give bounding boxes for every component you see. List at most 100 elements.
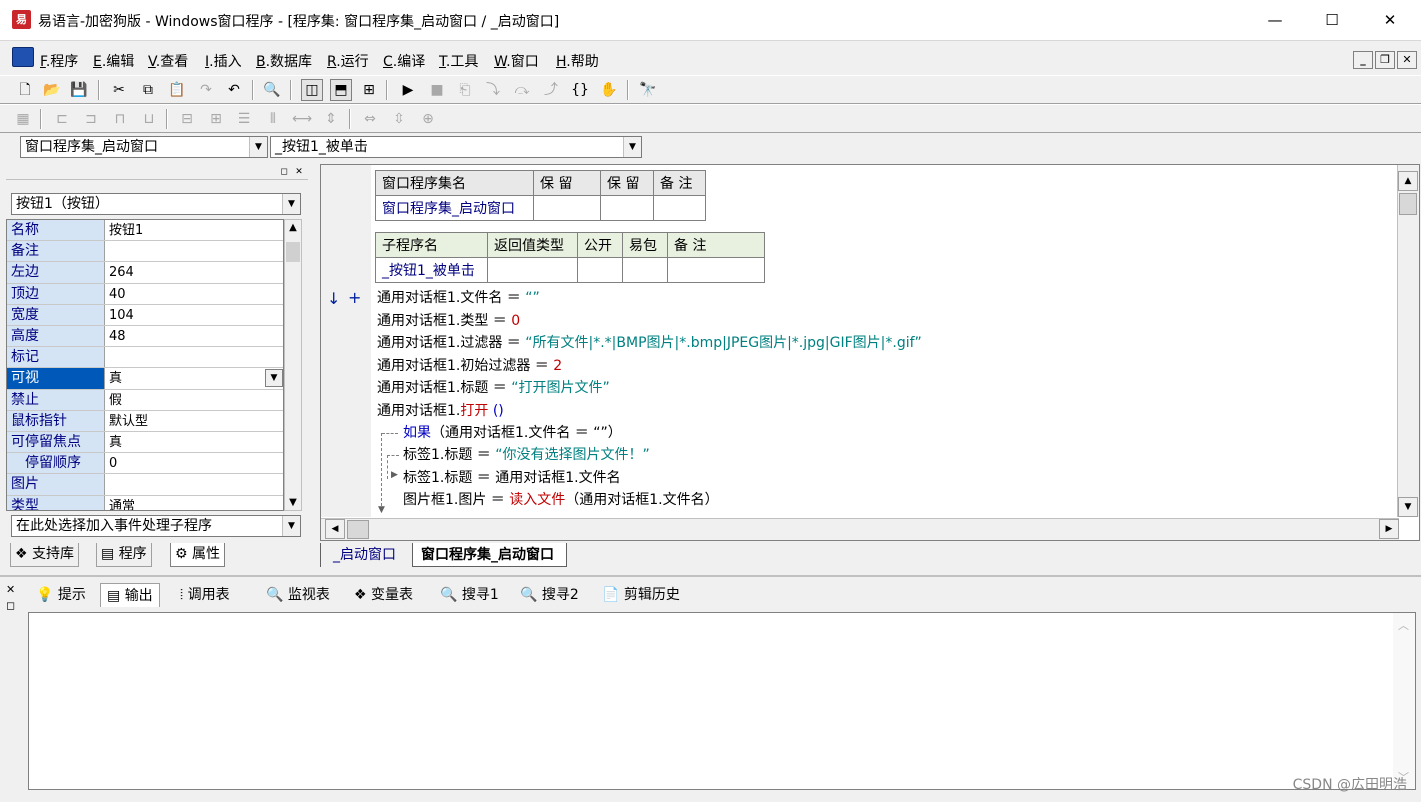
step-over-icon[interactable]: ⤼: [511, 79, 533, 101]
property-row[interactable]: 高度 48: [7, 326, 283, 348]
minimize-button[interactable]: —: [1252, 0, 1298, 40]
tab-output[interactable]: ▤ 输出: [100, 583, 160, 607]
panel-float-button[interactable]: ◻: [278, 166, 290, 178]
step-into-icon[interactable]: ⤵: [482, 79, 504, 101]
tab-search1[interactable]: 🔍 搜寻1: [434, 583, 505, 607]
menu-compile[interactable]: C.编译: [383, 51, 425, 71]
float-icon[interactable]: ◻: [6, 599, 15, 612]
property-row[interactable]: 类型 通常: [7, 495, 283, 510]
chevron-up-icon[interactable]: ▲: [1398, 171, 1418, 191]
mdi-restore-button[interactable]: ❐: [1375, 51, 1395, 69]
code-line[interactable]: 通用对话框1.类型 ＝ 0: [377, 310, 520, 332]
property-row[interactable]: 禁止假: [7, 389, 283, 411]
tab-clip-history[interactable]: 📄 剪辑历史: [596, 583, 686, 607]
center-v-icon[interactable]: ⊞: [205, 108, 227, 130]
menu-edit[interactable]: E.编辑: [93, 51, 134, 71]
code-line[interactable]: 通用对话框1.过滤器 ＝ “所有文件|*.*|BMP图片|*.bmp|JPEG图…: [377, 332, 922, 354]
same-size-icon[interactable]: ⊕: [417, 108, 439, 130]
grid-icon[interactable]: ▦: [12, 108, 34, 130]
property-row[interactable]: 图片: [7, 474, 283, 496]
tab-start-window[interactable]: _启动窗口: [320, 543, 402, 567]
assembly-name-cell[interactable]: 窗口程序集_启动窗口: [375, 195, 534, 221]
distribute-h-icon[interactable]: ⦀: [262, 108, 284, 130]
output-scrollbar[interactable]: ︿ ﹀: [1393, 613, 1415, 789]
find-icon[interactable]: 🔍: [261, 79, 283, 101]
step-out-icon[interactable]: ⤴: [540, 79, 562, 101]
step-icon[interactable]: ⎗: [454, 79, 476, 101]
breakpoint-icon[interactable]: {}: [569, 79, 591, 101]
run-icon[interactable]: ▶: [397, 79, 419, 101]
align-top-icon[interactable]: ⊓: [109, 108, 131, 130]
space-h-icon[interactable]: ⟷: [291, 108, 313, 130]
close-icon[interactable]: ✕: [6, 583, 15, 596]
tab-properties[interactable]: ⚙ 属性: [170, 543, 226, 567]
property-row-selected[interactable]: 可视真 ▼: [7, 368, 283, 390]
save-icon[interactable]: 💾: [68, 79, 90, 101]
property-row[interactable]: 停留顺序 0: [7, 453, 283, 475]
code-line[interactable]: 标签1.标题 ＝ “你没有选择图片文件！”: [403, 444, 650, 466]
scroll-thumb[interactable]: [1399, 193, 1417, 215]
scroll-thumb[interactable]: [286, 242, 300, 262]
align-bottom-icon[interactable]: ⊔: [138, 108, 160, 130]
menu-view[interactable]: V.查看: [148, 51, 188, 71]
assembly-combo[interactable]: 窗口程序集_启动窗口 ▼: [20, 136, 268, 158]
subroutine-combo[interactable]: _按钮1_被单击 ▼: [270, 136, 642, 158]
property-row[interactable]: 鼠标指针 默认型: [7, 410, 283, 432]
paste-icon[interactable]: 📋: [166, 79, 188, 101]
layout-top-icon[interactable]: ⬒: [330, 79, 352, 101]
menu-tools[interactable]: T.工具: [439, 51, 478, 71]
property-row[interactable]: 左边 264: [7, 262, 283, 284]
redo-icon[interactable]: ↷: [195, 79, 217, 101]
copy-icon[interactable]: ⧉: [137, 79, 159, 101]
tab-watch[interactable]: 🔍 监视表: [260, 583, 336, 607]
same-height-icon[interactable]: ⇳: [388, 108, 410, 130]
property-row[interactable]: 顶边 40: [7, 283, 283, 305]
menu-run[interactable]: R.运行: [327, 51, 369, 71]
menu-program[interactable]: F.程序: [40, 51, 78, 71]
subroutine-name-cell[interactable]: _按钮1_被单击: [375, 257, 488, 283]
code-line[interactable]: 通用对话框1.打开 (): [377, 400, 504, 422]
cut-icon[interactable]: ✂: [108, 79, 130, 101]
maximize-button[interactable]: ☐: [1309, 0, 1355, 40]
search-help-icon[interactable]: 🔭: [637, 79, 659, 101]
align-left-icon[interactable]: ⊏: [51, 108, 73, 130]
chevron-left-icon[interactable]: ◀: [325, 519, 345, 539]
property-row[interactable]: 标记: [7, 347, 283, 369]
distribute-v-icon[interactable]: ☰: [233, 108, 255, 130]
center-h-icon[interactable]: ⊟: [176, 108, 198, 130]
open-folder-icon[interactable]: 📂: [41, 79, 63, 101]
property-row[interactable]: 宽度 104: [7, 304, 283, 326]
code-line[interactable]: 通用对话框1.文件名 ＝ “”: [377, 287, 540, 309]
chevron-down-icon[interactable]: ▼: [286, 497, 300, 508]
editor-horizontal-scrollbar[interactable]: ◀ ▶: [321, 518, 1399, 540]
tab-variables[interactable]: ❖ 变量表: [348, 583, 419, 607]
menu-database[interactable]: B.数据库: [256, 51, 312, 71]
mdi-close-button[interactable]: ✕: [1397, 51, 1417, 69]
tab-hints[interactable]: 💡 提示: [30, 583, 92, 607]
chevron-down-icon[interactable]: ▼: [1398, 497, 1418, 517]
editor-vertical-scrollbar[interactable]: ▲ ▼: [1397, 165, 1419, 517]
output-text-area[interactable]: ︿ ﹀: [28, 612, 1416, 790]
scroll-thumb[interactable]: [347, 520, 369, 539]
chevron-up-icon[interactable]: ︿: [1398, 617, 1409, 633]
code-line[interactable]: 标签1.标题 ＝ 通用对话框1.文件名: [403, 467, 621, 489]
tab-search2[interactable]: 🔍 搜寻2: [514, 583, 585, 607]
object-combo[interactable]: 按钮1（按钮） ▼: [11, 193, 301, 215]
tab-support-library[interactable]: ❖ 支持库: [10, 543, 80, 567]
event-combo[interactable]: 在此处选择加入事件处理子程序 ▼: [11, 515, 301, 537]
align-right-icon[interactable]: ⊐: [80, 108, 102, 130]
layout-left-icon[interactable]: ◫: [301, 79, 323, 101]
property-row[interactable]: 备注: [7, 241, 283, 263]
chevron-up-icon[interactable]: ▲: [286, 222, 300, 233]
property-row[interactable]: 可停留焦点真: [7, 432, 283, 454]
stop-icon[interactable]: ■: [426, 79, 448, 101]
code-line-if[interactable]: 如果（通用对话框1.文件名 ＝ “”）: [403, 422, 622, 444]
tab-assembly[interactable]: 窗口程序集_启动窗口: [412, 543, 567, 567]
mdi-minimize-button[interactable]: _: [1353, 51, 1373, 69]
code-line[interactable]: 通用对话框1.初始过滤器 ＝ 2: [377, 355, 562, 377]
panel-close-button[interactable]: ✕: [293, 166, 305, 178]
space-v-icon[interactable]: ⇕: [320, 108, 342, 130]
chevron-down-icon[interactable]: ▼: [265, 369, 283, 388]
menu-help[interactable]: H.帮助: [556, 51, 599, 71]
code-line[interactable]: 图片框1.图片 ＝ 读入文件（通用对话框1.文件名）: [403, 489, 719, 511]
